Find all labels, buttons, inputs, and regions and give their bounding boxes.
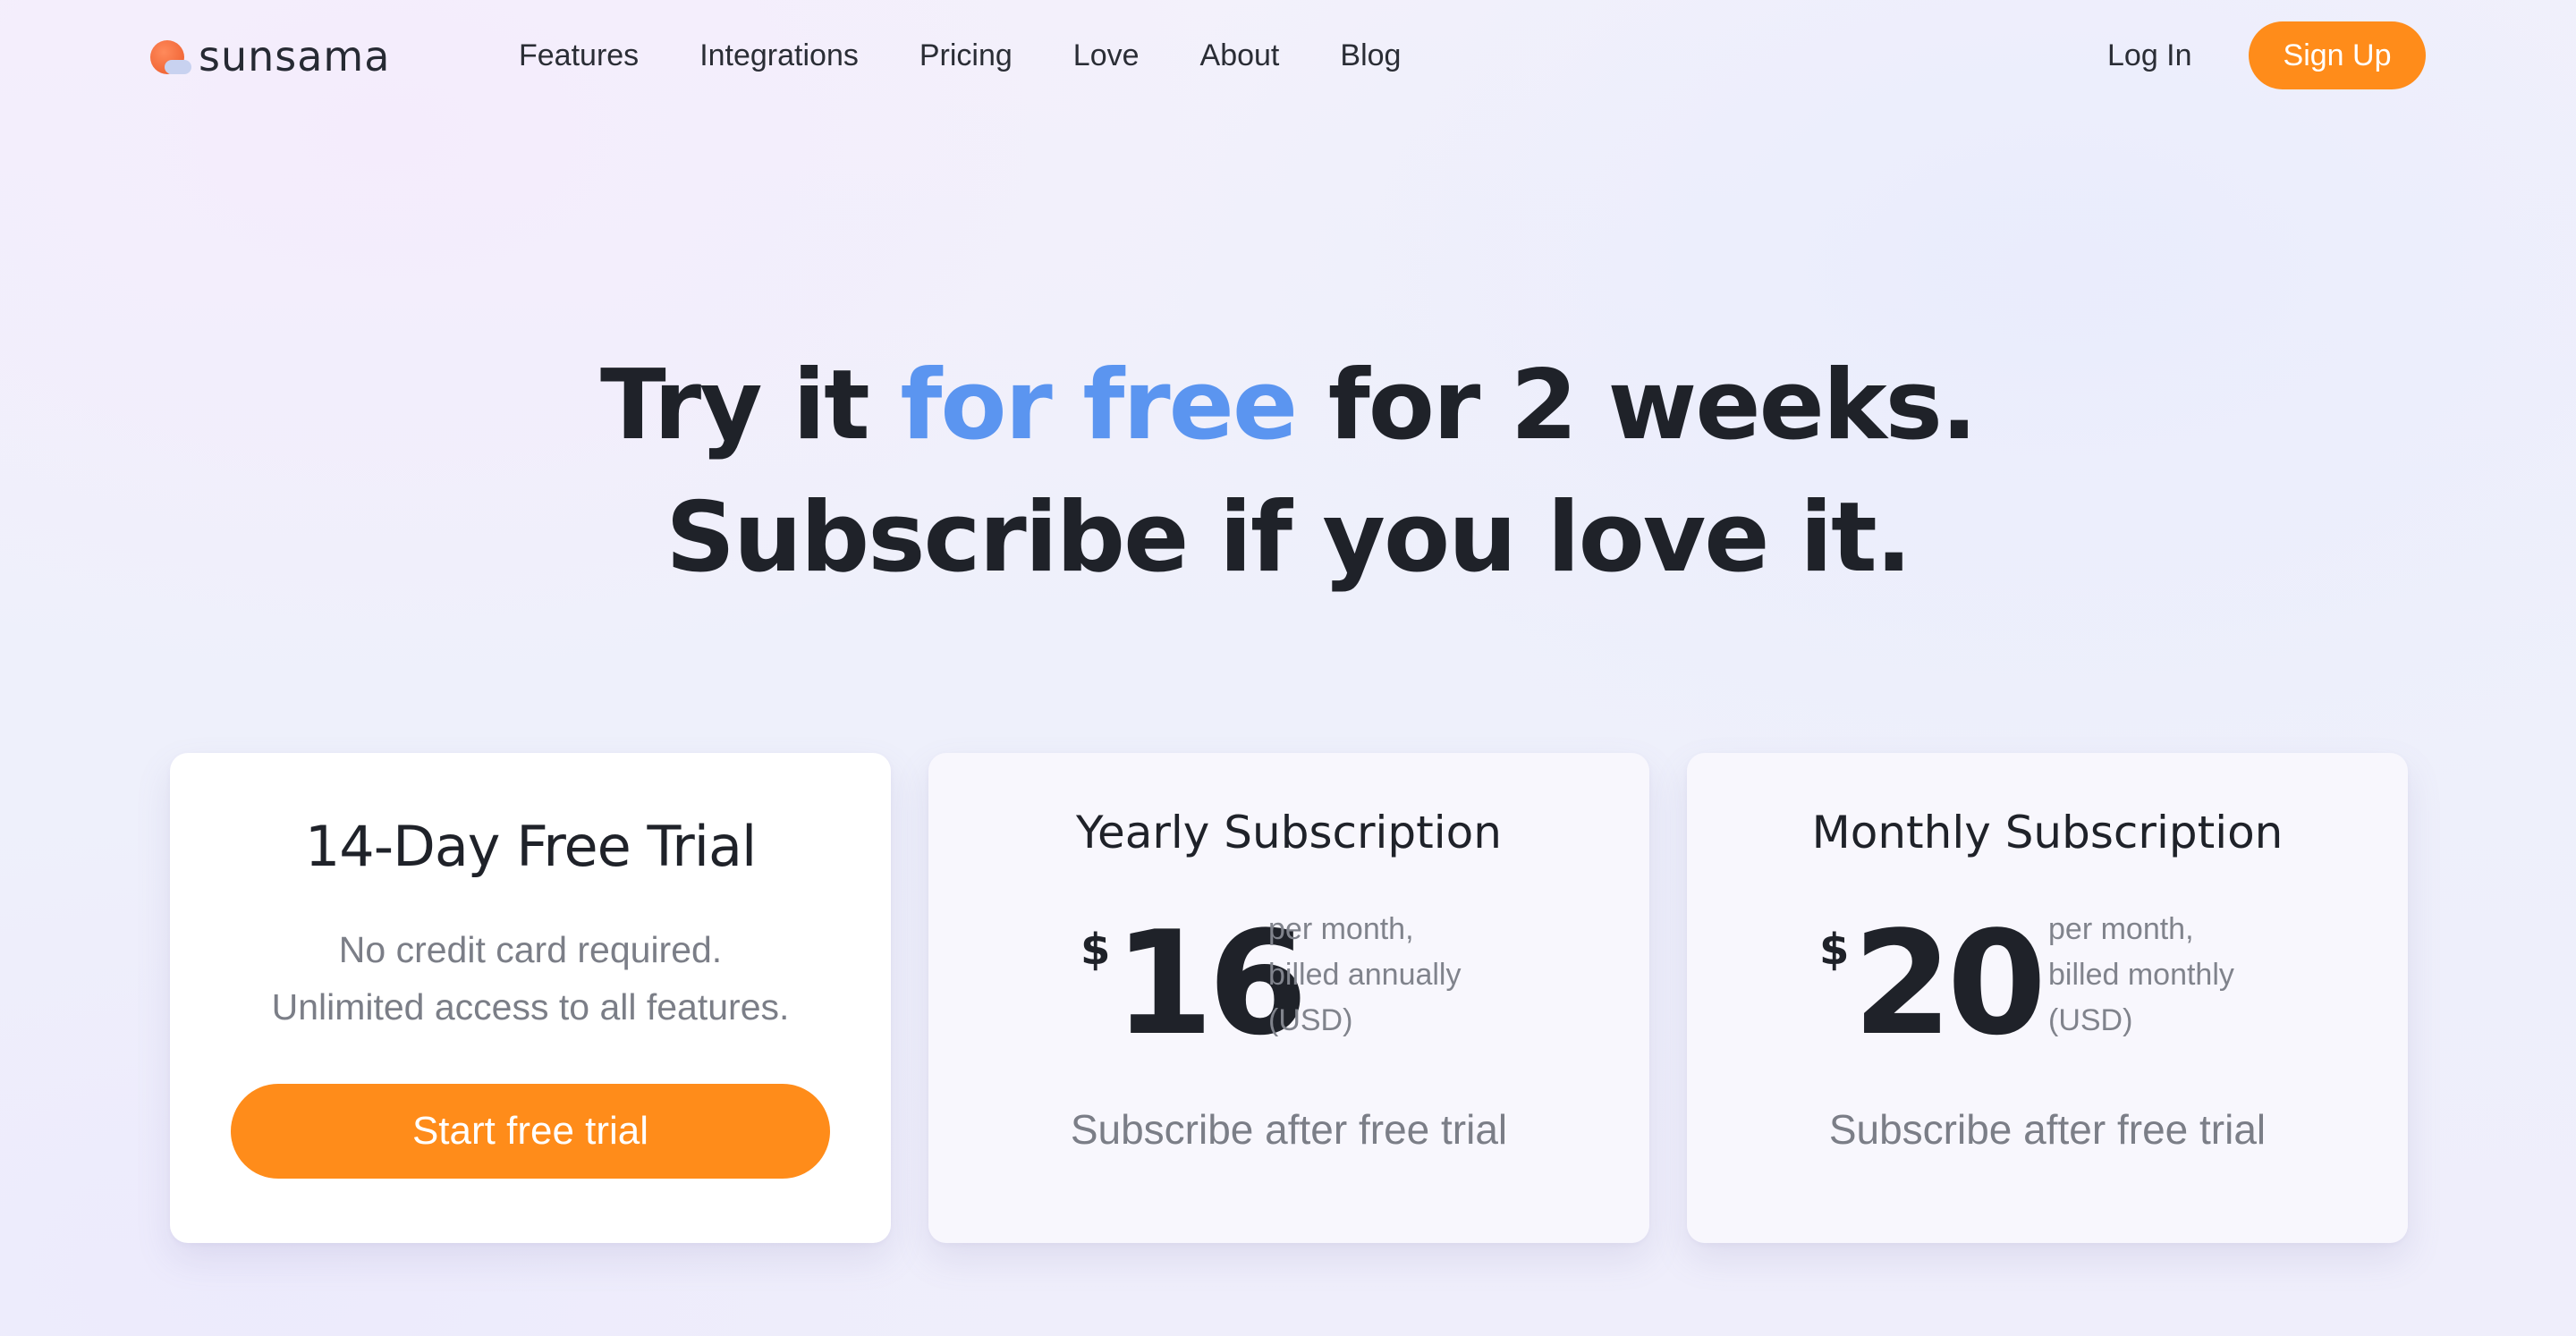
monthly-subscription-card: Monthly Subscription $ 20 per month, bil… (1687, 753, 2408, 1243)
hero-highlight: for free (900, 350, 1298, 461)
monthly-billing-note: per month, billed monthly (USD) (2048, 912, 2234, 1037)
monthly-amount: 20 (1852, 900, 2046, 1067)
nav-link-integrations[interactable]: Integrations (699, 38, 859, 73)
free-trial-desc-line-2: Unlimited access to all features. (271, 986, 790, 1027)
logo-link[interactable]: sunsama (148, 25, 390, 88)
nav-link-blog[interactable]: Blog (1340, 38, 1401, 73)
login-link[interactable]: Log In (2107, 27, 2192, 84)
nav-link-pricing[interactable]: Pricing (919, 38, 1013, 73)
top-nav: sunsama Features Integrations Pricing Lo… (0, 0, 2576, 111)
nav-link-features[interactable]: Features (519, 38, 639, 73)
nav-link-about[interactable]: About (1200, 38, 1280, 73)
monthly-subscribe-note: Subscribe after free trial (1828, 1106, 2267, 1153)
free-trial-card: 14-Day Free Trial No credit card require… (170, 753, 891, 1243)
signup-button[interactable]: Sign Up (2249, 21, 2426, 89)
sunsama-logo-icon (148, 35, 191, 78)
logo-text: sunsama (199, 32, 391, 80)
nav-links: Features Integrations Pricing Love About… (519, 27, 1462, 84)
hero-line-1-end: for 2 weeks. (1296, 350, 1978, 461)
yearly-subscribe-note: Subscribe after free trial (1070, 1106, 1508, 1153)
monthly-price: $ 20 (1819, 912, 2046, 1055)
yearly-currency: $ (1080, 925, 1111, 975)
free-trial-desc-line-1: No credit card required. (338, 929, 723, 970)
yearly-title: Yearly Subscription (1076, 807, 1502, 858)
start-free-trial-button[interactable]: Start free trial (231, 1084, 830, 1179)
yearly-subscription-card: Yearly Subscription $ 16 per month, bill… (928, 753, 1649, 1243)
hero-heading: Try it for free for 2 weeks. Subscribe i… (0, 340, 2576, 605)
monthly-title: Monthly Subscription (1811, 807, 2284, 858)
yearly-billing-note: per month, billed annually (USD) (1268, 912, 1462, 1037)
nav-link-love[interactable]: Love (1073, 38, 1140, 73)
free-trial-description: No credit card required. Unlimited acces… (170, 921, 891, 1036)
monthly-currency: $ (1819, 925, 1850, 975)
free-trial-title: 14-Day Free Trial (304, 814, 757, 879)
hero-line-1-start: Try it (600, 350, 901, 461)
hero-line-2: Subscribe if you love it. (665, 482, 1912, 594)
hero-line-1: Try it for free for 2 weeks. (0, 340, 2576, 472)
